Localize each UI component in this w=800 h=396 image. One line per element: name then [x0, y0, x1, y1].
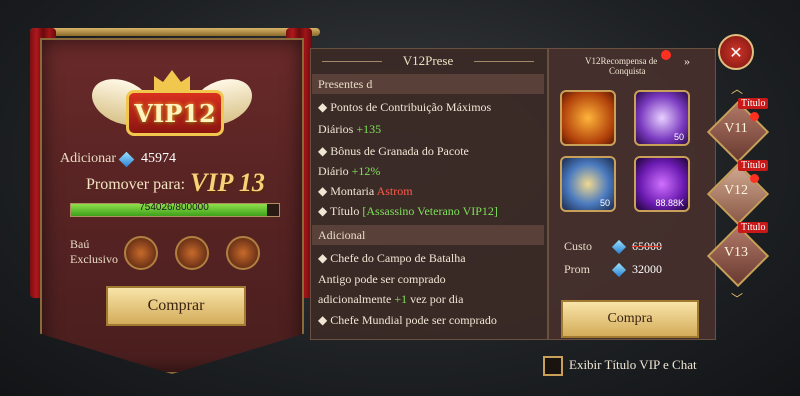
vip-progress-text: 754026/800000: [139, 202, 209, 213]
extra-text: Antigo pode ser comprado: [318, 272, 446, 286]
show-vip-title-label: Exibir Título VIP e Chat: [569, 357, 697, 372]
extra-text: vez por dia: [410, 292, 464, 306]
achievement-reward-line2: Conquista: [609, 66, 646, 76]
add-value: 45974: [141, 151, 176, 166]
chevron-down-icon[interactable]: ﹀: [731, 290, 743, 307]
vip-level-badge: VIP12: [126, 90, 224, 136]
perk-value: Astrom: [376, 184, 413, 198]
achievement-reward-line1: V12Recompensa de: [585, 56, 658, 66]
promo-value: 32000: [632, 262, 662, 276]
add-label: Adicionar: [60, 151, 116, 166]
double-chevron-right-icon[interactable]: »: [684, 54, 690, 69]
exclusive-chest-label: Baú Exclusivo: [70, 237, 118, 267]
notification-dot-icon: [750, 174, 759, 183]
perk-item: Diário +12%: [318, 164, 380, 179]
perk-item: ◆ Pontos de Contribuição Máximos: [318, 100, 491, 115]
achievement-reward-link[interactable]: V12Recompensa de Conquista: [585, 56, 691, 76]
reward-item-orb[interactable]: 88.88K: [634, 156, 690, 212]
perk-text: Montaria: [330, 184, 375, 198]
perk-text: Diário: [318, 164, 349, 178]
curtain-rod: [30, 28, 320, 36]
reward-item-phoenix[interactable]: [560, 90, 616, 146]
crown-icon: [154, 70, 190, 90]
buy-vip-button[interactable]: Comprar: [106, 286, 246, 326]
buy-gift-button[interactable]: Compra: [561, 300, 699, 338]
extra-value: +1: [394, 292, 408, 306]
perk-value: +12%: [351, 164, 381, 178]
extra-item: ◆ Chefe Mundial pode ser comprado: [318, 313, 497, 328]
perk-text: Bônus de Granada do Pacote: [330, 144, 469, 158]
perk-text: Título: [330, 204, 360, 218]
perk-item: ◆ Montaria Astrom: [318, 184, 413, 199]
promote-label: Promover para:: [86, 176, 186, 193]
close-icon: ✕: [729, 42, 743, 62]
perk-item: Diários +135: [318, 122, 381, 137]
extra-item: Antigo pode ser comprado: [318, 272, 446, 287]
reward-item-token[interactable]: 50: [560, 156, 616, 212]
tier-v11[interactable]: V11: [712, 121, 760, 137]
bullet-icon: ◆: [318, 184, 331, 198]
title-tag: Título: [738, 160, 769, 171]
perk-item: ◆ Bônus de Granada do Pacote: [318, 144, 469, 159]
treasure-chest-icon[interactable]: [124, 236, 158, 270]
chevron-up-icon[interactable]: ︿: [731, 80, 743, 97]
notification-dot-icon: [750, 112, 759, 121]
bullet-icon: ◆: [318, 251, 331, 265]
reward-item-count: 50: [599, 198, 610, 208]
tier-v12[interactable]: V12: [712, 183, 760, 199]
vip-badge: VIP12: [92, 70, 252, 146]
notification-dot-icon: [661, 50, 671, 60]
exclusive-chest-label-line2: Exclusivo: [70, 252, 118, 266]
extra-item: ◆ Chefe do Campo de Batalha: [318, 251, 466, 266]
treasure-chest-icon[interactable]: [175, 236, 209, 270]
close-button[interactable]: ✕: [718, 34, 754, 70]
reward-item-count: 50: [673, 132, 684, 142]
title-tag: Título: [738, 222, 769, 233]
extra-text: adicionalmente: [318, 292, 392, 306]
cost-value: 65000: [632, 239, 662, 253]
extra-text: Chefe Mundial pode ser comprado: [330, 313, 497, 327]
reward-item-crystal[interactable]: 50: [634, 90, 690, 146]
extra-section-title: Adicional: [318, 228, 366, 242]
gift-panel-title: V12Prese: [402, 53, 454, 68]
exclusive-chest-label-line1: Baú: [70, 237, 90, 251]
promo-label: Prom: [564, 262, 591, 276]
perk-value: [Assassino Veterano VIP12]: [362, 204, 498, 218]
bullet-icon: ◆: [318, 313, 331, 327]
gift-section-title: Presentes d: [318, 77, 373, 91]
bullet-icon: ◆: [318, 100, 331, 114]
bullet-icon: ◆: [318, 144, 331, 158]
treasure-chest-icon[interactable]: [226, 236, 260, 270]
promote-target: VIP 13: [190, 168, 265, 197]
extra-text: Chefe do Campo de Batalha: [330, 251, 466, 265]
perk-item: ◆ Título [Assassino Veterano VIP12]: [318, 204, 498, 219]
extra-item: adicionalmente +1 vez por dia: [318, 292, 463, 307]
tier-v13[interactable]: V13: [712, 245, 760, 261]
perk-text: Diários: [318, 122, 354, 136]
perk-text: Pontos de Contribuição Máximos: [330, 100, 492, 114]
cost-label: Custo: [564, 239, 593, 253]
perk-value: +135: [356, 122, 382, 136]
reward-item-count: 88.88K: [655, 198, 684, 208]
title-tag: Título: [738, 98, 769, 109]
bullet-icon: ◆: [318, 204, 331, 218]
show-vip-title-checkbox[interactable]: [543, 356, 563, 376]
